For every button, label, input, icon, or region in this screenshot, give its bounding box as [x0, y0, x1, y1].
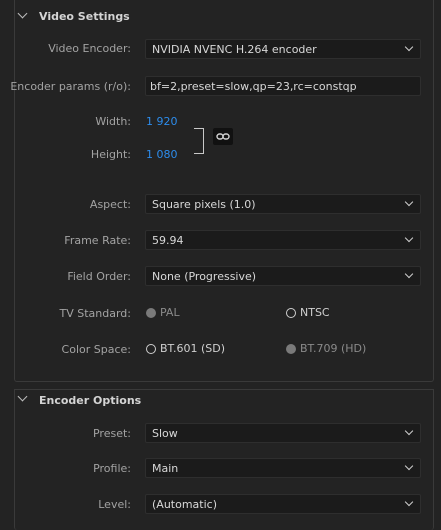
aspect-label: Aspect:: [89, 198, 131, 211]
aspect-value: Square pixels (1.0): [152, 198, 256, 211]
chevron-down-icon: [404, 233, 414, 243]
pal-label: PAL: [160, 306, 180, 319]
bt709-label: BT.709 (HD): [300, 342, 367, 355]
frame-rate-value: 59.94: [152, 234, 184, 247]
dimension-link-bracket: [194, 128, 204, 154]
profile-label: Profile:: [93, 462, 131, 475]
aspect-dropdown[interactable]: Square pixels (1.0): [145, 194, 421, 214]
video-encoder-dropdown[interactable]: NVIDIA NVENC H.264 encoder: [145, 39, 421, 59]
frame-rate-dropdown[interactable]: 59.94: [145, 230, 421, 250]
chevron-down-icon: [404, 197, 414, 207]
field-order-value: None (Progressive): [152, 270, 257, 283]
profile-dropdown[interactable]: Main: [145, 458, 421, 478]
video-settings-title[interactable]: Video Settings: [39, 10, 130, 23]
preset-label: Preset:: [92, 427, 131, 440]
video-encoder-label: Video Encoder:: [48, 42, 131, 55]
chevron-down-icon: [404, 497, 414, 507]
level-dropdown[interactable]: (Automatic): [145, 494, 421, 514]
chevron-down-icon: [404, 269, 414, 279]
chevron-down-icon: [404, 461, 414, 471]
width-label: Width:: [95, 115, 131, 128]
color-space-label: Color Space:: [61, 343, 131, 356]
radio-empty-icon: [286, 308, 296, 318]
preset-value: Slow: [152, 427, 178, 440]
preset-dropdown[interactable]: Slow: [145, 423, 421, 443]
level-label: Level:: [98, 498, 131, 511]
height-label: Height:: [90, 148, 131, 161]
radio-filled-icon: [146, 308, 156, 318]
width-value[interactable]: 1 920: [146, 115, 178, 128]
bt601-label: BT.601 (SD): [160, 342, 225, 355]
link-icon: [216, 133, 230, 140]
height-value[interactable]: 1 080: [146, 148, 178, 161]
video-encoder-value: NVIDIA NVENC H.264 encoder: [152, 43, 317, 56]
constrain-proportions-button[interactable]: [213, 128, 233, 145]
ntsc-label: NTSC: [300, 306, 330, 319]
field-order-label: Field Order:: [67, 270, 131, 283]
level-value: (Automatic): [152, 498, 217, 511]
encoder-params-field[interactable]: bf=2,preset=slow,qp=23,rc=constqp: [145, 76, 421, 96]
radio-filled-icon: [286, 344, 296, 354]
encoder-options-title[interactable]: Encoder Options: [39, 394, 141, 407]
encoder-params-label: Encoder params (r/o):: [10, 80, 131, 93]
frame-rate-label: Frame Rate:: [64, 234, 131, 247]
field-order-dropdown[interactable]: None (Progressive): [145, 266, 421, 286]
profile-value: Main: [152, 462, 179, 475]
chevron-down-icon: [404, 426, 414, 436]
radio-empty-icon: [146, 344, 156, 354]
chevron-down-icon: [404, 42, 414, 52]
tv-standard-label: TV Standard:: [59, 307, 132, 320]
